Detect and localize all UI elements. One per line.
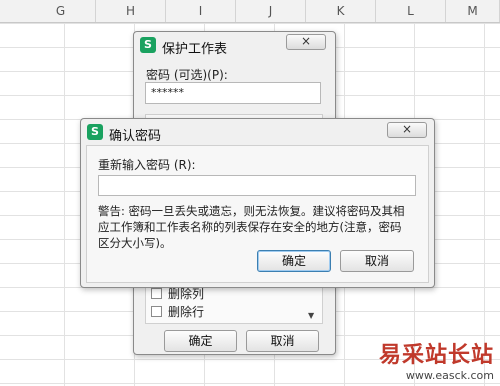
watermark-url: www.easck.com	[405, 369, 494, 382]
confirm-dialog-body: 重新输入密码 (R): 警告: 密码一旦丢失或遗忘，则无法恢复。建议将密码及其相…	[86, 145, 429, 283]
protect-dialog-title: 保护工作表	[162, 42, 228, 57]
delete-rows-checkbox[interactable]	[151, 306, 162, 317]
reenter-password-label: 重新输入密码 (R):	[98, 158, 196, 172]
warning-line-2: 应工作簿和工作表名称的列表保存在安全的地方(注意，密码	[98, 220, 402, 234]
column-header-m[interactable]: M	[446, 0, 500, 22]
delete-rows-label: 删除行	[168, 305, 205, 319]
column-header-k[interactable]: K	[306, 0, 376, 22]
confirm-dialog-title: 确认密码	[109, 129, 162, 144]
protect-ok-button[interactable]: 确定	[164, 330, 237, 352]
password-warning: 警告: 密码一旦丢失或遗忘，则无法恢复。建议将密码及其相 应工作簿和工作表名称的…	[98, 203, 405, 251]
scroll-down-icon[interactable]: ▼	[308, 311, 314, 320]
warning-line-3: 区分大小写)。	[98, 236, 172, 250]
confirm-password-dialog: S 确认密码 × 重新输入密码 (R): 警告: 密码一旦丢失或遗忘，则无法恢复…	[80, 118, 435, 288]
protect-cancel-button[interactable]: 取消	[246, 330, 319, 352]
column-header-l[interactable]: L	[376, 0, 446, 22]
confirm-ok-button[interactable]: 确定	[257, 250, 331, 272]
reenter-password-input[interactable]	[98, 175, 416, 196]
warning-line-1: 警告: 密码一旦丢失或遗忘，则无法恢复。建议将密码及其相	[98, 204, 405, 218]
column-header-i[interactable]: I	[166, 0, 236, 22]
column-header-j[interactable]: J	[236, 0, 306, 22]
app-logo-icon: S	[140, 37, 156, 53]
column-header-h[interactable]: H	[96, 0, 166, 22]
confirm-dialog-titlebar[interactable]: S 确认密码 ×	[81, 119, 434, 145]
delete-columns-checkbox[interactable]	[151, 288, 162, 299]
protect-dialog-titlebar[interactable]: S 保护工作表 ×	[134, 32, 335, 58]
close-icon[interactable]: ×	[286, 34, 326, 50]
close-icon[interactable]: ×	[387, 122, 427, 138]
column-header-g[interactable]: G	[26, 0, 96, 22]
site-watermark: 易采站长站 www.easck.com	[379, 337, 494, 382]
column-header-bar: G H I J K L M	[0, 0, 500, 23]
watermark-title: 易采站长站	[378, 342, 494, 368]
password-label: 密码 (可选)(P):	[146, 68, 228, 82]
confirm-cancel-button[interactable]: 取消	[340, 250, 414, 272]
password-input[interactable]: ******	[145, 82, 321, 104]
app-logo-icon: S	[87, 124, 103, 140]
